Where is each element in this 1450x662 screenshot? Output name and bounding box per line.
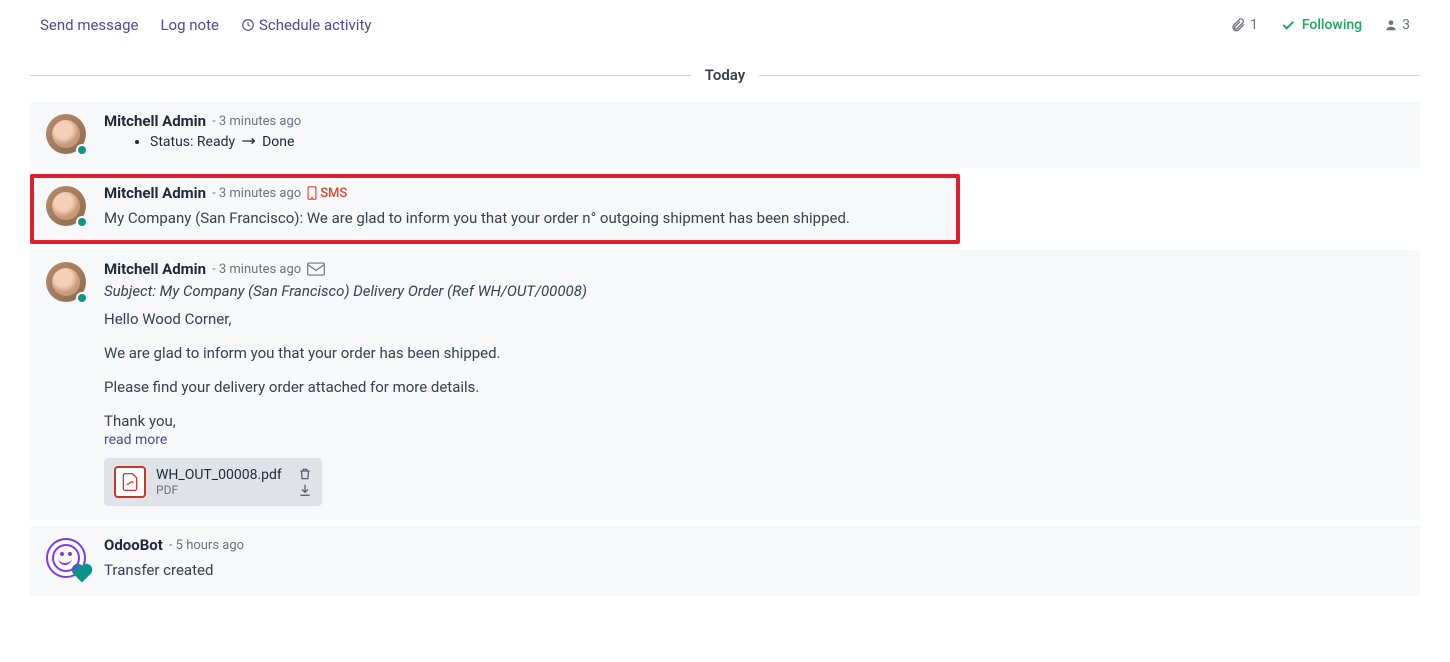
email-line: Please find your delivery order attached… — [104, 378, 1404, 396]
toolbar-right: 1 Following 3 — [1230, 17, 1410, 33]
message-header: Mitchell Admin - 3 minutes ago SMS — [104, 184, 944, 202]
message-content: My Company (San Francisco): We are glad … — [104, 206, 944, 230]
message-body: Mitchell Admin - 3 minutes ago SMS My Co… — [104, 184, 944, 230]
heart-icon — [74, 566, 91, 583]
message-item-highlighted: Mitchell Admin - 3 minutes ago SMS My Co… — [30, 174, 960, 244]
pdf-icon — [114, 466, 146, 498]
email-subject: Subject: My Company (San Francisco) Deli… — [104, 282, 1404, 300]
message-time: - 3 minutes ago — [212, 262, 301, 277]
email-line: We are glad to inform you that your orde… — [104, 344, 1404, 362]
presence-indicator — [76, 144, 88, 156]
chatter-toolbar: Send message Log note Schedule activity … — [30, 0, 1420, 46]
status-to: Done — [262, 134, 294, 150]
followers-button[interactable]: 3 — [1384, 17, 1410, 33]
message-body: Mitchell Admin - 3 minutes ago Status: R… — [104, 112, 1404, 154]
message-author[interactable]: OdooBot — [104, 536, 163, 554]
attachment-actions — [298, 467, 312, 497]
message-item: Mitchell Admin - 3 minutes ago Subject: … — [30, 250, 1420, 520]
sms-badge-label: SMS — [320, 186, 347, 201]
status-from: Ready — [197, 134, 235, 150]
envelope-icon — [307, 262, 325, 276]
check-icon — [1280, 17, 1296, 33]
message-body: OdooBot - 5 hours ago Transfer created — [104, 536, 1404, 582]
avatar[interactable] — [46, 262, 86, 302]
message-header: Mitchell Admin - 3 minutes ago — [104, 112, 1404, 130]
email-body: Hello Wood Corner, We are glad to inform… — [104, 310, 1404, 430]
presence-indicator — [76, 292, 88, 304]
message-header: Mitchell Admin - 3 minutes ago — [104, 260, 1404, 278]
message-content: Transfer created — [104, 558, 1404, 582]
trash-icon — [298, 467, 312, 481]
clock-icon — [241, 18, 255, 32]
attachment-name: WH_OUT_00008.pdf — [156, 467, 282, 483]
attachment-type: PDF — [156, 483, 282, 497]
read-more-link[interactable]: read more — [104, 432, 167, 448]
status-change: Status: Ready Done — [150, 134, 1404, 150]
chatter-panel: Send message Log note Schedule activity … — [0, 0, 1450, 662]
paperclip-icon — [1230, 17, 1246, 33]
email-signoff: Thank you, — [104, 412, 1404, 430]
user-icon — [1384, 18, 1398, 32]
avatar[interactable] — [46, 114, 86, 154]
date-separator-label: Today — [691, 66, 759, 84]
message-item: Mitchell Admin - 3 minutes ago Status: R… — [30, 102, 1420, 168]
sms-badge: SMS — [307, 186, 347, 201]
schedule-activity-label: Schedule activity — [259, 16, 372, 34]
message-time: - 3 minutes ago — [212, 114, 301, 129]
message-body: Mitchell Admin - 3 minutes ago Subject: … — [104, 260, 1404, 506]
send-message-button[interactable]: Send message — [40, 16, 138, 34]
followers-count: 3 — [1402, 17, 1410, 33]
attachment-info: WH_OUT_00008.pdf PDF — [156, 467, 282, 497]
email-greeting: Hello Wood Corner, — [104, 310, 1404, 328]
download-attachment-button[interactable] — [298, 483, 312, 497]
phone-icon — [307, 186, 317, 200]
attachment-chip[interactable]: WH_OUT_00008.pdf PDF — [104, 458, 322, 506]
message-author[interactable]: Mitchell Admin — [104, 184, 206, 202]
message-author[interactable]: Mitchell Admin — [104, 260, 206, 278]
message-time: - 5 hours ago — [169, 538, 244, 553]
download-icon — [298, 483, 312, 497]
status-label: Status: — [150, 134, 193, 150]
avatar[interactable] — [46, 186, 86, 226]
message-item: OdooBot - 5 hours ago Transfer created — [30, 526, 1420, 596]
delete-attachment-button[interactable] — [298, 467, 312, 481]
avatar-bot[interactable] — [46, 538, 86, 578]
date-separator: Today — [30, 66, 1420, 84]
presence-indicator — [76, 216, 88, 228]
toolbar-left: Send message Log note Schedule activity — [40, 16, 371, 34]
schedule-activity-button[interactable]: Schedule activity — [241, 16, 372, 34]
message-header: OdooBot - 5 hours ago — [104, 536, 1404, 554]
message-author[interactable]: Mitchell Admin — [104, 112, 206, 130]
following-button[interactable]: Following — [1280, 17, 1362, 33]
attachments-count: 1 — [1250, 17, 1258, 33]
arrow-right-icon — [241, 134, 257, 150]
message-time: - 3 minutes ago — [212, 186, 301, 201]
following-label: Following — [1302, 17, 1362, 33]
log-note-button[interactable]: Log note — [160, 16, 218, 34]
message-thread: Mitchell Admin - 3 minutes ago Status: R… — [30, 102, 1420, 596]
attachments-button[interactable]: 1 — [1230, 17, 1258, 33]
